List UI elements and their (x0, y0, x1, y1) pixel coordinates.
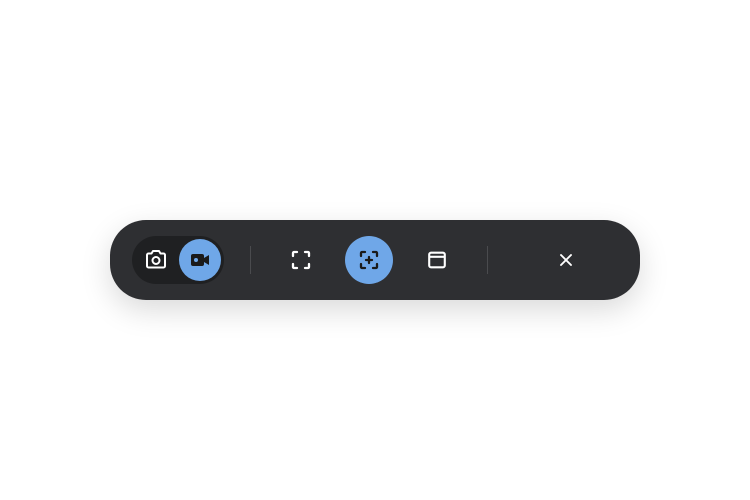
fullscreen-icon (289, 248, 313, 272)
window-capture-button[interactable] (413, 236, 461, 284)
fullscreen-capture-button[interactable] (277, 236, 325, 284)
screenshot-mode-button[interactable] (135, 239, 177, 281)
screen-capture-toolbar (110, 220, 640, 300)
capture-mode-toggle (132, 236, 224, 284)
camera-icon (144, 248, 168, 272)
separator (250, 246, 251, 274)
close-icon (556, 250, 576, 270)
close-button[interactable] (542, 236, 590, 284)
video-icon (188, 248, 212, 272)
window-icon (426, 249, 448, 271)
separator (487, 246, 488, 274)
partial-screen-icon (357, 248, 381, 272)
partial-capture-button[interactable] (345, 236, 393, 284)
video-mode-button[interactable] (179, 239, 221, 281)
